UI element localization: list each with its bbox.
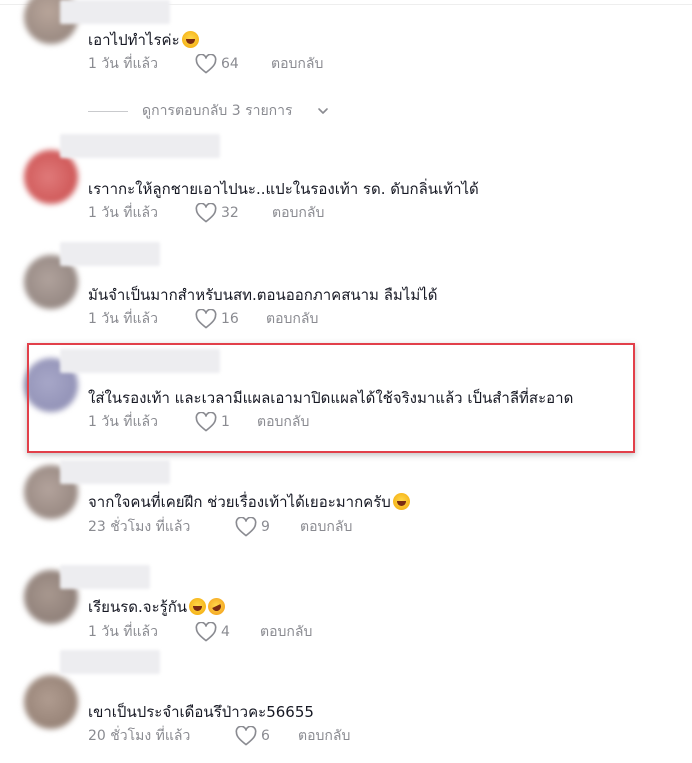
laughing-face-icon [181,31,199,48]
username-redacted[interactable] [60,0,170,24]
laughing-face-icon [189,598,207,615]
reply-button[interactable]: ตอบกลับ [257,411,309,433]
heart-icon[interactable] [235,517,257,537]
like-count: 4 [221,624,230,640]
username-redacted[interactable] [60,565,150,589]
reply-button[interactable]: ตอบกลับ [266,308,318,330]
like-count: 16 [221,311,239,327]
comment-text: จากใจคนที่เคยฝึก ช่วยเรื่องเท้าได้เยอะมา… [88,492,410,512]
comment-time: 1 วัน ที่แล้ว [88,205,158,221]
comment-time: 1 วัน ที่แล้ว [88,56,158,72]
heart-icon[interactable] [195,412,217,432]
comment-item: เราากะให้ลูกชายเอาไปนะ..แปะในรองเท้า รด.… [0,130,692,230]
comment-item: เอาไปทำไรค่ะ 1 วัน ที่แล้ว 64 ตอบกลับ [0,0,692,100]
like-count: 9 [261,519,270,535]
reply-button[interactable]: ตอบกลับ [260,621,312,643]
comment-text: เขาเป็นประจำเดือนรึป่าวคะ56655 [88,703,314,721]
avatar[interactable] [24,150,78,204]
avatar[interactable] [24,675,78,729]
username-redacted[interactable] [60,242,160,266]
like-count: 6 [261,728,270,744]
heart-icon[interactable] [195,54,217,74]
comment-item: จากใจคนที่เคยฝึก ช่วยเรื่องเท้าได้เยอะมา… [0,460,692,560]
replies-divider [88,111,128,112]
comment-text: มันจำเป็นมากสำหรับนสท.ตอนออกภาคสนาม ลืมไ… [88,286,438,304]
reply-button[interactable]: ตอบกลับ [272,202,324,224]
view-replies-label: ดูการตอบกลับ 3 รายการ [142,103,293,119]
comment-time: 1 วัน ที่แล้ว [88,311,158,327]
reply-button[interactable]: ตอบกลับ [271,53,323,75]
comment-item: มันจำเป็นมากสำหรับนสท.ตอนออกภาคสนาม ลืมไ… [0,240,692,340]
username-redacted[interactable] [60,650,160,674]
rofl-face-icon [205,595,228,618]
reply-button[interactable]: ตอบกลับ [300,516,352,538]
username-redacted[interactable] [60,349,220,373]
like-count: 64 [221,56,239,72]
heart-icon[interactable] [195,309,217,329]
comment-item: เขาเป็นประจำเดือนรึป่าวคะ56655 20 ชั่วโม… [0,650,692,750]
comment-text: เรียนรด.จะรู้กัน [88,595,228,618]
comment-time: 23 ชั่วโมง ที่แล้ว [88,519,191,535]
heart-icon[interactable] [195,203,217,223]
like-count: 1 [221,414,230,430]
laughing-face-icon [392,493,410,510]
comment-item: ใส่ในรองเท้า และเวลามีแผลเอามาปิดแผลได้ใ… [0,345,692,445]
comment-text: เราากะให้ลูกชายเอาไปนะ..แปะในรองเท้า รด.… [88,180,479,198]
like-count: 32 [221,205,239,221]
comment-time: 20 ชั่วโมง ที่แล้ว [88,728,191,744]
comment-text: ใส่ในรองเท้า และเวลามีแผลเอามาปิดแผลได้ใ… [88,389,574,407]
comment-time: 1 วัน ที่แล้ว [88,624,158,640]
heart-icon[interactable] [195,622,217,642]
username-redacted[interactable] [60,460,170,484]
chevron-down-icon [318,108,328,114]
reply-button[interactable]: ตอบกลับ [298,725,350,747]
username-redacted[interactable] [60,134,220,158]
comment-time: 1 วัน ที่แล้ว [88,414,158,430]
comment-text: เอาไปทำไรค่ะ [88,30,199,50]
heart-icon[interactable] [235,726,257,746]
